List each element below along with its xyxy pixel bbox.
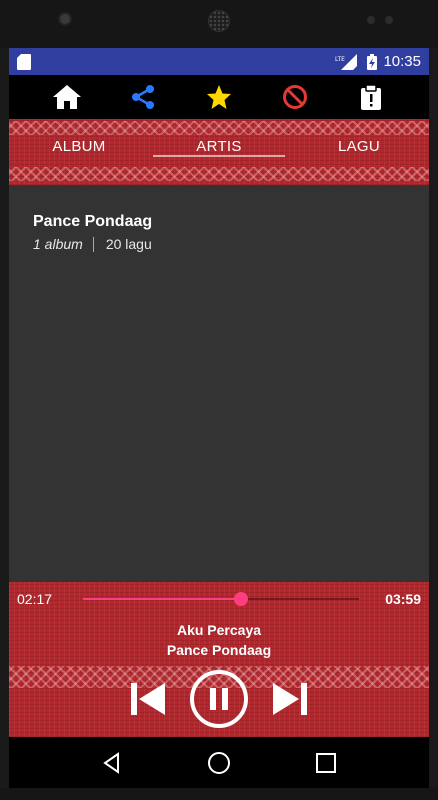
status-clock: 10:35	[383, 53, 421, 70]
artist-list: Pance Pondaag 1 album 20 lagu	[9, 185, 429, 582]
home-circle-icon	[207, 751, 230, 774]
device-bezel-bottom	[0, 788, 438, 800]
app-screen: LTE 10:35 ALBUM ARTIS LAGU Pance Pondaag…	[9, 48, 429, 788]
now-playing-panel: 02:17 03:59 Aku Percaya Pance Pondaag	[9, 582, 429, 737]
tabs-pattern-bottom	[9, 167, 429, 181]
recents-square-icon	[315, 752, 336, 773]
seek-progress	[83, 598, 242, 600]
top-toolbar	[9, 75, 429, 119]
lte-signal-icon: LTE	[335, 53, 358, 70]
playback-controls	[9, 670, 429, 728]
tab-selected-indicator	[153, 155, 285, 157]
tab-album[interactable]: ALBUM	[9, 133, 149, 160]
song-count: 20 lagu	[105, 236, 152, 252]
meta-divider	[92, 236, 94, 252]
earpiece-speaker	[208, 10, 230, 32]
status-bar: LTE 10:35	[9, 48, 429, 75]
recents-button[interactable]	[306, 743, 346, 783]
pause-button[interactable]	[190, 670, 248, 728]
device-bezel-top	[0, 0, 438, 48]
previous-button[interactable]	[128, 680, 168, 718]
total-time: 03:59	[385, 591, 421, 607]
front-camera	[58, 12, 72, 26]
share-button[interactable]	[123, 79, 163, 115]
block-icon	[283, 85, 307, 109]
back-button[interactable]	[92, 743, 132, 783]
back-triangle-icon	[103, 751, 120, 774]
track-info: Aku Percaya Pance Pondaag	[9, 620, 429, 660]
tab-lagu[interactable]: LAGU	[289, 133, 429, 160]
system-nav-bar	[9, 737, 429, 788]
block-button[interactable]	[275, 79, 315, 115]
skip-previous-icon	[131, 683, 165, 715]
home-nav-button[interactable]	[199, 743, 239, 783]
album-count: 1 album	[33, 236, 83, 252]
track-artist: Pance Pondaag	[166, 642, 272, 658]
info-button[interactable]	[351, 79, 391, 115]
next-button[interactable]	[270, 680, 310, 718]
elapsed-time: 02:17	[17, 591, 53, 607]
battery-charging-icon	[367, 53, 378, 70]
star-icon	[207, 85, 231, 109]
light-sensor	[385, 16, 393, 24]
home-icon	[53, 85, 81, 109]
info-clipboard-icon	[361, 84, 381, 110]
sd-card-icon	[17, 53, 31, 70]
artist-name: Pance Pondaag	[33, 213, 153, 230]
category-tabs: ALBUM ARTIS LAGU	[9, 119, 429, 185]
list-item[interactable]: Pance Pondaag 1 album 20 lagu	[33, 213, 405, 252]
home-button[interactable]	[47, 79, 87, 115]
seek-thumb[interactable]	[234, 592, 249, 606]
svg-text:LTE: LTE	[335, 56, 345, 63]
progress-row: 02:17 03:59	[9, 588, 429, 610]
track-title: Aku Percaya	[176, 622, 262, 638]
skip-next-icon	[273, 683, 307, 715]
share-icon	[132, 85, 154, 109]
favorite-button[interactable]	[199, 79, 239, 115]
artist-meta: 1 album 20 lagu	[33, 236, 405, 252]
pause-icon	[210, 688, 228, 710]
seek-bar[interactable]	[83, 588, 359, 610]
proximity-sensor	[367, 16, 375, 24]
